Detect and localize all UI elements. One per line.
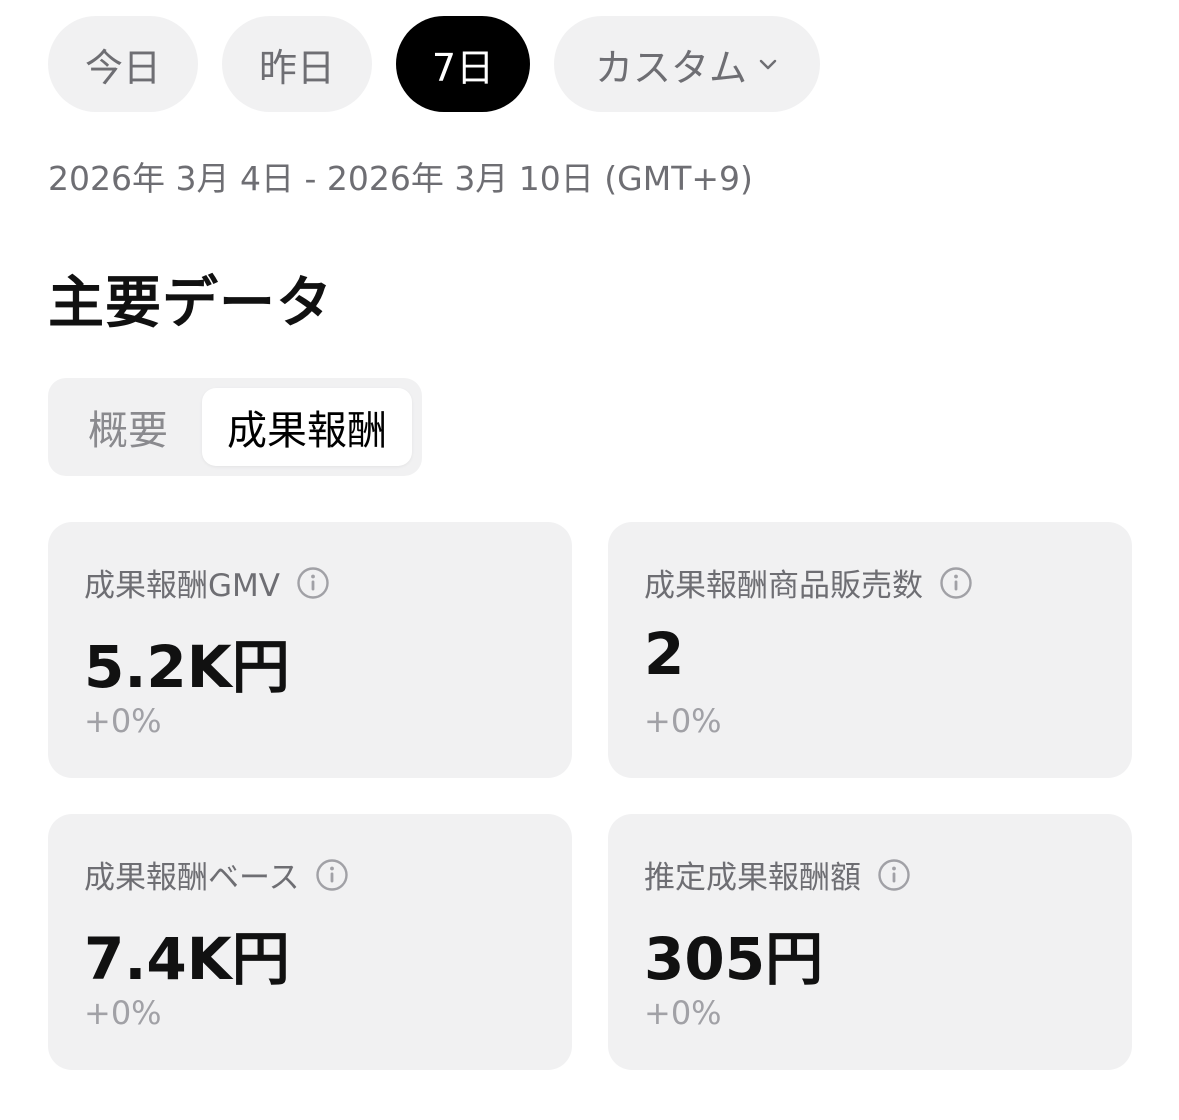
metric-change: +0% bbox=[644, 994, 722, 1032]
metric-label-row: 成果報酬商品販売数 bbox=[644, 560, 973, 605]
metric-label: 成果報酬ベース bbox=[84, 860, 300, 896]
info-icon[interactable] bbox=[296, 566, 330, 600]
metric-card-affiliate-base[interactable]: 成果報酬ベース 7.4K円 +0% bbox=[48, 814, 572, 1070]
info-icon[interactable] bbox=[939, 566, 973, 600]
tab-affiliate-label: 成果報酬 bbox=[227, 408, 387, 454]
info-icon[interactable] bbox=[315, 858, 349, 892]
metric-card-affiliate-units-sold[interactable]: 成果報酬商品販売数 2 +0% bbox=[608, 522, 1132, 778]
metric-label: 推定成果報酬額 bbox=[644, 860, 861, 896]
metric-card-estimated-commission[interactable]: 推定成果報酬額 305円 +0% bbox=[608, 814, 1132, 1070]
metric-label: 成果報酬GMV bbox=[84, 568, 280, 604]
metric-value: 5.2K円 bbox=[84, 633, 290, 701]
metric-value: 2 bbox=[644, 620, 685, 688]
metric-card-affiliate-gmv[interactable]: 成果報酬GMV 5.2K円 +0% bbox=[48, 522, 572, 778]
chip-today-label: 今日 bbox=[84, 45, 161, 90]
chip-custom-label: カスタム bbox=[594, 45, 747, 90]
date-range-text: 2026年 3月 4日 - 2026年 3月 10日 (GMT+9) bbox=[48, 159, 753, 198]
tab-affiliate[interactable]: 成果報酬 bbox=[202, 388, 412, 466]
chip-7-days-label: 7日 bbox=[431, 45, 495, 90]
chip-custom[interactable]: カスタム bbox=[554, 16, 820, 112]
metric-value: 305円 bbox=[644, 925, 824, 993]
tab-overview-label: 概要 bbox=[88, 408, 168, 454]
chip-7-days[interactable]: 7日 bbox=[396, 16, 530, 112]
metric-change: +0% bbox=[84, 994, 162, 1032]
segment-control: 概要 成果報酬 bbox=[48, 378, 422, 476]
date-filter-chips: 今日 昨日 7日 カスタム bbox=[48, 16, 820, 112]
metric-change: +0% bbox=[644, 702, 722, 740]
chevron-down-icon bbox=[759, 59, 777, 70]
chip-yesterday-label: 昨日 bbox=[258, 45, 335, 90]
section-title: 主要データ bbox=[48, 271, 333, 336]
metric-label: 成果報酬商品販売数 bbox=[644, 568, 923, 604]
chip-today[interactable]: 今日 bbox=[48, 16, 198, 112]
metric-value: 7.4K円 bbox=[84, 925, 290, 993]
tab-overview[interactable]: 概要 bbox=[58, 388, 198, 466]
metric-label-row: 成果報酬GMV bbox=[84, 560, 330, 605]
metric-change: +0% bbox=[84, 702, 162, 740]
chip-yesterday[interactable]: 昨日 bbox=[222, 16, 372, 112]
metric-label-row: 推定成果報酬額 bbox=[644, 852, 911, 897]
info-icon[interactable] bbox=[877, 858, 911, 892]
metric-label-row: 成果報酬ベース bbox=[84, 852, 349, 897]
